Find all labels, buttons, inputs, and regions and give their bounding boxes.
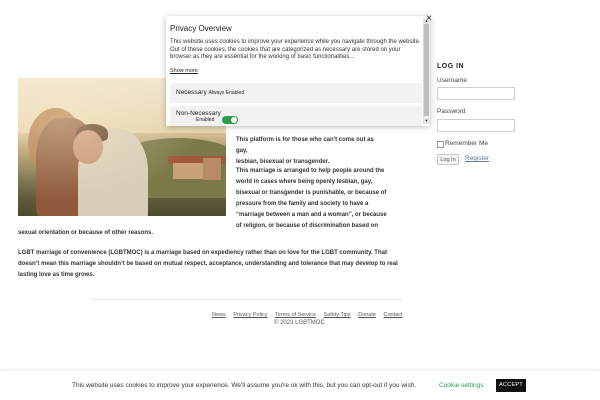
footer-links: News Privacy Policy Terms of Service Saf… <box>212 312 408 318</box>
paragraph-line: pressure from the family and society to … <box>236 201 369 207</box>
paragraph-line: bisexual or transgender is punishable, o… <box>236 190 387 196</box>
paragraph-arranged: This marriage is arranged to help people… <box>236 166 396 232</box>
cookie-bar-text: This website uses cookies to improve you… <box>72 382 417 389</box>
paragraph-lgbtmoc: LGBT marriage of convenience (LGBTMOC) i… <box>18 248 398 281</box>
paragraph-line: LGBT marriage of convenience (LGBTMOC) i… <box>18 250 387 256</box>
login-title: LOG IN <box>437 63 465 70</box>
scroll-thumb[interactable] <box>424 24 429 116</box>
footer-link-donate[interactable]: Donate <box>358 312 376 318</box>
register-link[interactable]: Register <box>465 155 489 162</box>
footer-link-contact[interactable]: Contact <box>384 312 403 318</box>
intro-text: This platform is for those who can't com… <box>236 135 386 168</box>
copyright: © 2023 LGBTMOC <box>274 320 325 326</box>
paragraph-line: “marriage between a man and a woman”, or… <box>236 212 387 218</box>
intro-line: This platform is for those who can't com… <box>236 137 374 154</box>
close-icon[interactable]: × <box>424 14 434 24</box>
paragraph-line: sexual orientation or because of other r… <box>18 230 154 236</box>
paragraph-line: of religion, or because of discriminatio… <box>236 223 379 229</box>
necessary-label: Necessary Always Enabled <box>176 89 244 96</box>
non-necessary-status: Enabled <box>196 117 215 123</box>
non-necessary-label: Non-Necessary <box>176 110 221 117</box>
paragraph-line: world in cases where being openly lesbia… <box>236 179 373 185</box>
show-more-link[interactable]: Show more <box>170 68 198 74</box>
login-button[interactable]: Log In <box>437 154 459 165</box>
toggle-knob <box>231 117 237 123</box>
paragraph-line: lasting love as time grows. <box>18 272 95 278</box>
accept-button[interactable]: ACCEPT <box>496 379 526 392</box>
username-input[interactable] <box>437 87 515 100</box>
scroll-down-icon[interactable]: ▼ <box>423 118 430 124</box>
paragraph-line: doesn’t mean this marriage shouldn’t be … <box>18 261 398 267</box>
paragraph-line: This marriage is arranged to help people… <box>236 168 385 174</box>
remember-me-label: Remember Me <box>445 140 488 147</box>
username-label: Username <box>437 77 467 84</box>
cookie-settings-link[interactable]: Cookie settings <box>439 382 483 389</box>
password-label: Password <box>437 108 466 115</box>
privacy-modal-title: Privacy Overview <box>170 24 232 33</box>
footer-link-privacy-policy[interactable]: Privacy Policy <box>233 312 267 318</box>
privacy-modal-text: This website uses cookies to improve you… <box>170 39 421 60</box>
remember-me-checkbox[interactable] <box>437 141 444 148</box>
necessary-status: Always Enabled <box>208 90 245 96</box>
footer-link-news[interactable]: News <box>212 312 226 318</box>
necessary-title: Necessary <box>176 89 207 96</box>
footer-link-terms-of-service[interactable]: Terms of Service <box>275 312 316 318</box>
password-input[interactable] <box>437 119 515 132</box>
footer-link-safety-tips[interactable]: Safety Tips <box>323 312 350 318</box>
footer-divider <box>92 299 402 300</box>
